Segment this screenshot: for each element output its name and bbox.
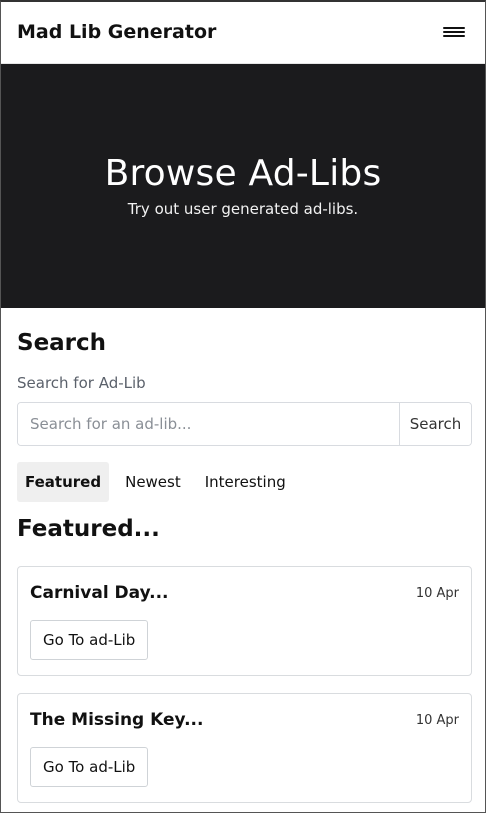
- search-label: Search for Ad-Lib: [17, 374, 146, 392]
- adlib-card: Carnival Day... 10 Apr Go To ad-Lib: [17, 566, 472, 676]
- adlib-card: The Missing Key... 10 Apr Go To ad-Lib: [17, 693, 472, 803]
- filter-tabs: Featured Newest Interesting: [17, 462, 472, 502]
- card-title: The Missing Key...: [30, 710, 204, 730]
- search-input[interactable]: [18, 403, 399, 445]
- hamburger-menu-icon[interactable]: [443, 23, 465, 41]
- navbar: Mad Lib Generator: [0, 0, 486, 64]
- card-date: 10 Apr: [415, 586, 459, 601]
- search-button[interactable]: Search: [399, 403, 471, 445]
- hero-title: Browse Ad-Libs: [104, 153, 382, 195]
- tab-newest[interactable]: Newest: [109, 462, 189, 502]
- tab-featured[interactable]: Featured: [17, 462, 110, 502]
- go-to-adlib-button[interactable]: Go To ad-Lib: [30, 747, 149, 787]
- go-to-adlib-button[interactable]: Go To ad-Lib: [30, 620, 149, 660]
- search-heading: Search: [17, 330, 107, 356]
- brand-title[interactable]: Mad Lib Generator: [17, 21, 216, 43]
- list-heading: Featured...: [17, 516, 160, 542]
- search-group: Search: [17, 402, 472, 446]
- tab-interesting[interactable]: Interesting: [189, 462, 294, 502]
- hero-subtitle: Try out user generated ad-libs.: [127, 199, 359, 218]
- main-content: Search Search for Ad-Lib Search Featured…: [0, 330, 486, 803]
- card-date: 10 Apr: [415, 713, 459, 728]
- hero-banner: Browse Ad-Libs Try out user generated ad…: [1, 64, 485, 308]
- card-title: Carnival Day...: [30, 583, 169, 603]
